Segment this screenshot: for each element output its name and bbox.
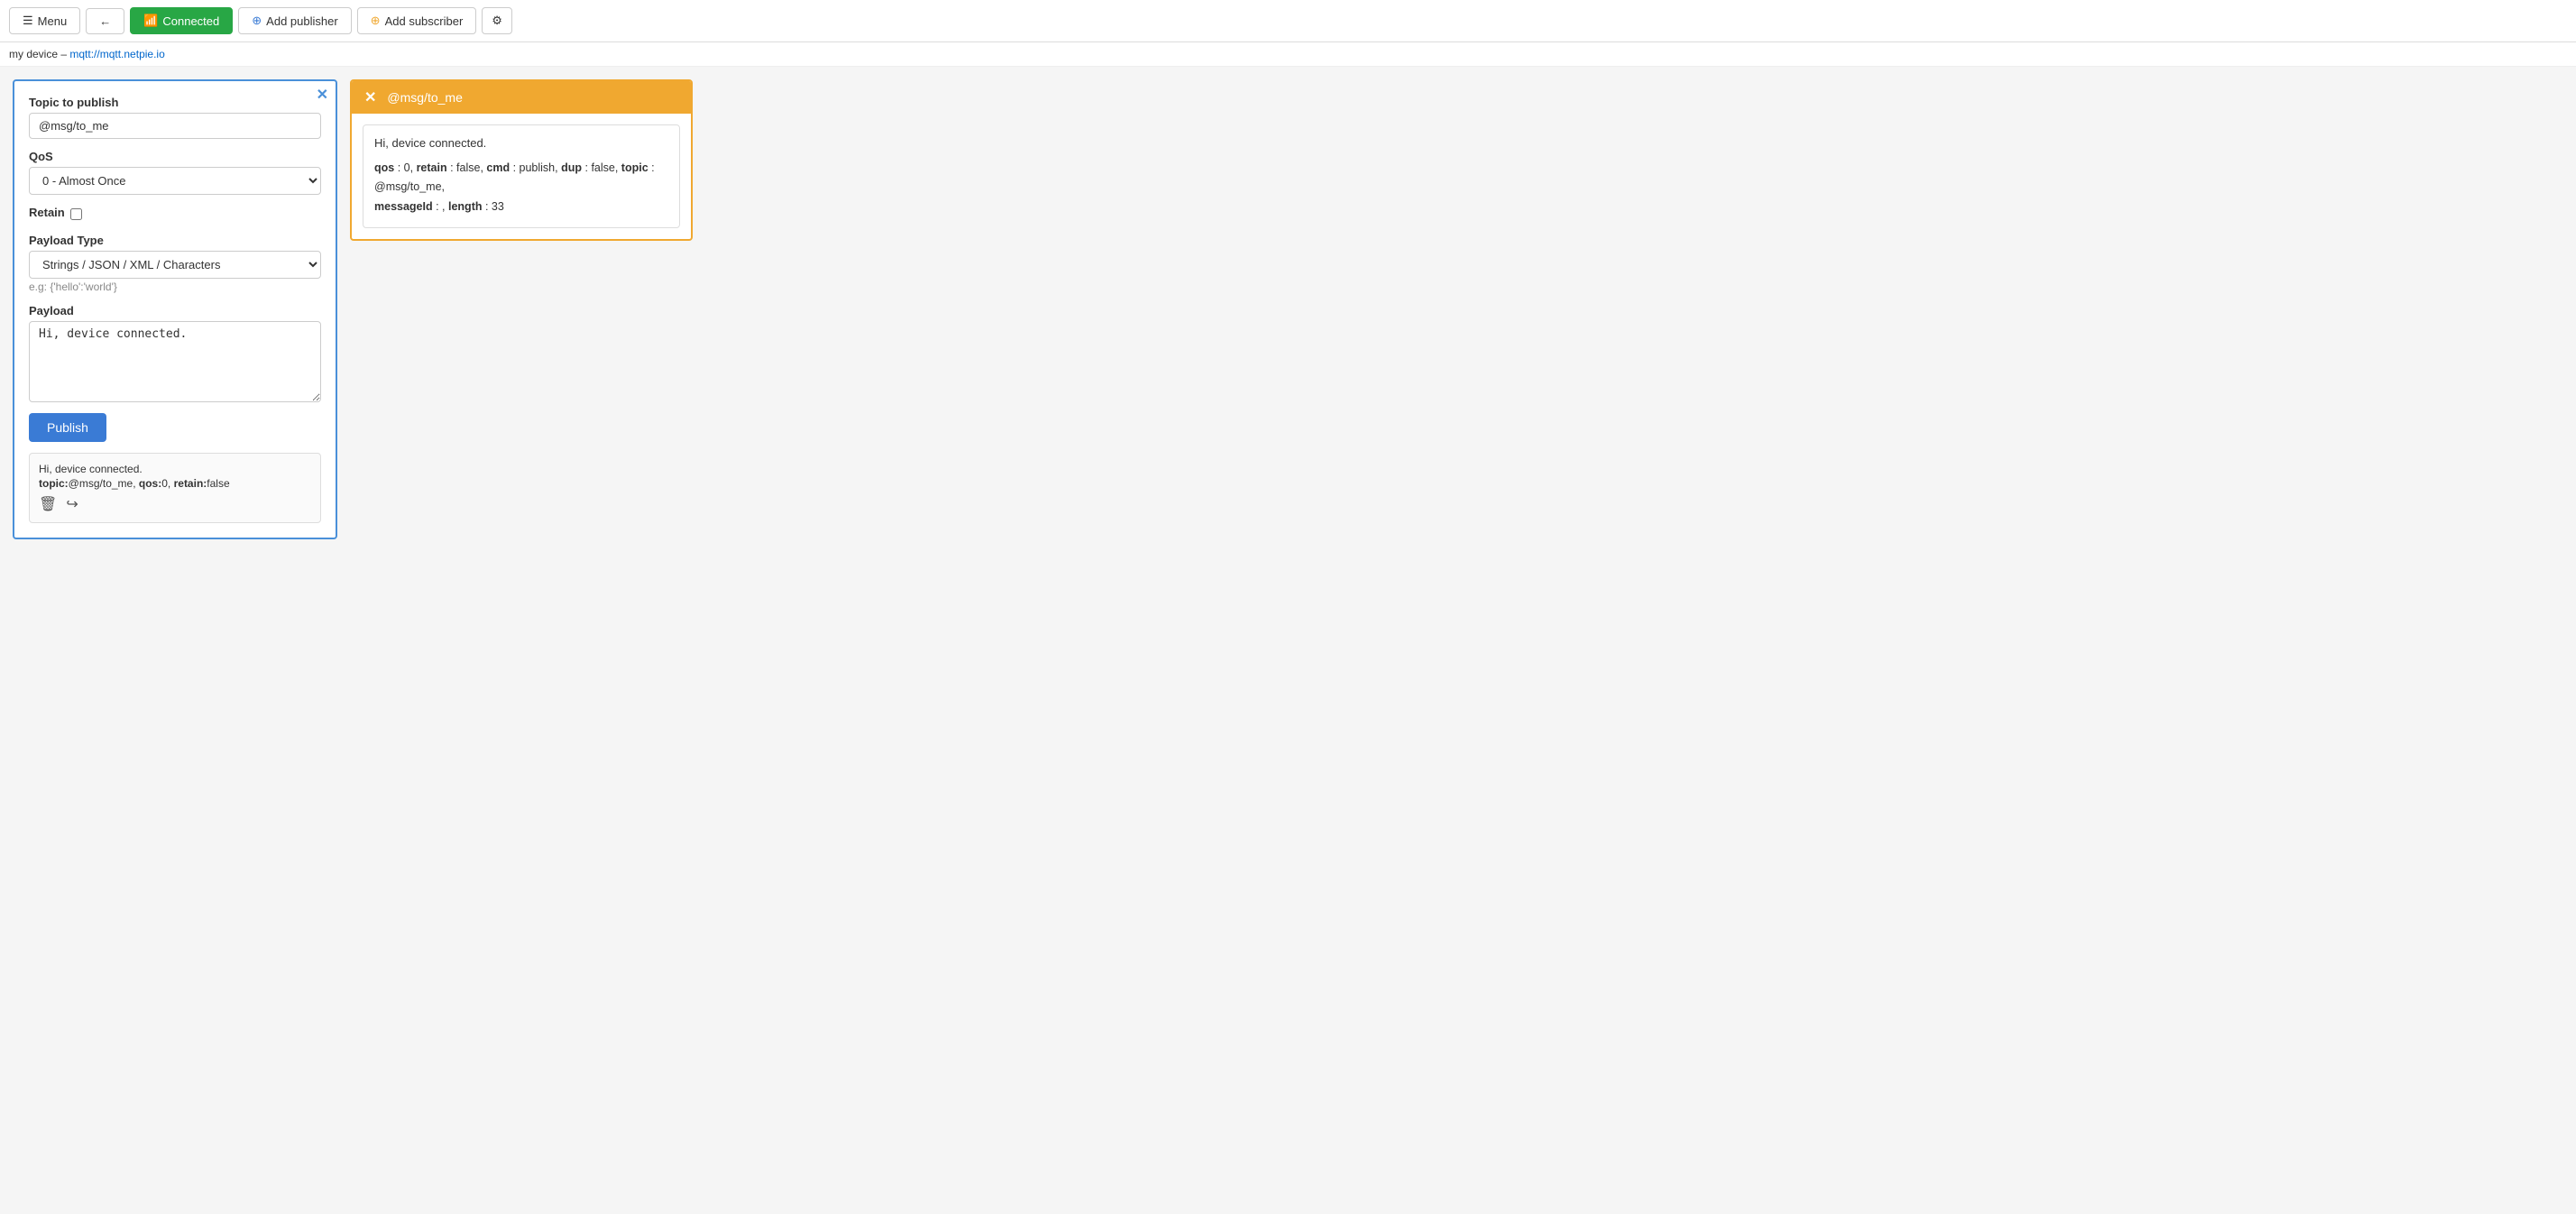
topic-input[interactable] [29, 113, 321, 139]
toolbar: ☰ Menu ← 📶 Connected ⊕ Add publisher ⊕ A… [0, 0, 2576, 42]
breadcrumb: my device – mqtt://mqtt.netpie.io [0, 42, 2576, 67]
add-subscriber-icon: ⊕ [371, 14, 381, 28]
payload-textarea[interactable]: Hi, device connected. [29, 321, 321, 402]
publish-button[interactable]: Publish [29, 413, 106, 442]
main-content: ✕ Topic to publish QoS 0 - Almost Once 1… [0, 67, 2576, 1209]
meta-length-value: 33 [492, 200, 504, 213]
meta-retain-value: false [456, 161, 480, 174]
add-publisher-icon: ⊕ [252, 14, 262, 28]
meta-topic-label: topic [621, 161, 649, 174]
publisher-close-button[interactable]: ✕ [317, 88, 328, 103]
topic-label: Topic to publish [29, 96, 321, 109]
qos-label: QoS [29, 150, 321, 163]
meta-retain-label: retain [417, 161, 447, 174]
back-button[interactable]: ← [86, 8, 124, 34]
meta-cmd-label: cmd [486, 161, 510, 174]
subscriber-close-button[interactable]: ✕ [364, 88, 376, 106]
settings-button[interactable]: ⚙ [482, 7, 512, 34]
meta-dup-label: dup [561, 161, 582, 174]
subscriber-panel: ✕ @msg/to_me Hi, device connected. qos :… [350, 79, 693, 241]
menu-icon: ☰ [23, 14, 33, 28]
payload-type-field-group: Payload Type Strings / JSON / XML / Char… [29, 234, 321, 293]
settings-icon: ⚙ [492, 14, 502, 28]
meta-qos-label: qos [374, 161, 394, 174]
log-qos-label: qos: [139, 477, 161, 490]
log-topic-label: topic: [39, 477, 69, 490]
connected-label: Connected [162, 14, 219, 28]
payload-field-group: Payload Hi, device connected. [29, 304, 321, 402]
breadcrumb-device: my device [9, 48, 58, 60]
meta-messageid-label: messageId [374, 200, 433, 213]
menu-button[interactable]: ☰ Menu [9, 7, 80, 34]
connected-button[interactable]: 📶 Connected [130, 7, 233, 34]
subscriber-message-card: Hi, device connected. qos : 0, retain : … [363, 124, 680, 228]
qos-select[interactable]: 0 - Almost Once 1 - At Least Once 2 - Ex… [29, 167, 321, 195]
log-actions: 🗑 ↪ [39, 495, 311, 513]
topic-field-group: Topic to publish [29, 96, 321, 139]
meta-cmd-value: publish [520, 161, 556, 174]
subscriber-header: ✕ @msg/to_me [352, 81, 691, 114]
retain-label: Retain [29, 206, 65, 219]
payload-label: Payload [29, 304, 321, 317]
meta-qos-value: 0 [404, 161, 410, 174]
back-icon: ← [99, 14, 111, 28]
meta-topic-value: @msg/to_me [374, 180, 442, 193]
log-retain-label: retain: [174, 477, 207, 490]
meta-length-label: length [448, 200, 483, 213]
log-delete-button[interactable]: 🗑 [39, 495, 57, 513]
qos-field-group: QoS 0 - Almost Once 1 - At Least Once 2 … [29, 150, 321, 195]
payload-hint: e.g: {'hello':'world'} [29, 281, 321, 293]
log-line-2: topic:@msg/to_me, qos:0, retain:false [39, 477, 311, 490]
payload-type-label: Payload Type [29, 234, 321, 247]
log-retain-value: false [207, 477, 229, 490]
subscriber-message-main: Hi, device connected. [374, 136, 668, 150]
meta-dup-value: false [591, 161, 614, 174]
log-qos-value: 0 [161, 477, 168, 490]
subscriber-topic: @msg/to_me [387, 90, 462, 105]
breadcrumb-separator: – [58, 48, 69, 60]
log-share-button[interactable]: ↪ [66, 495, 78, 513]
menu-label: Menu [38, 14, 68, 28]
add-publisher-button[interactable]: ⊕ Add publisher [238, 7, 351, 34]
add-subscriber-label: Add subscriber [385, 14, 464, 28]
signal-icon: 📶 [143, 14, 158, 28]
log-topic-value: @msg/to_me [69, 477, 133, 490]
add-subscriber-button[interactable]: ⊕ Add subscriber [357, 7, 477, 34]
publisher-panel: ✕ Topic to publish QoS 0 - Almost Once 1… [13, 79, 337, 539]
payload-type-select[interactable]: Strings / JSON / XML / Characters Intege… [29, 251, 321, 279]
add-publisher-label: Add publisher [266, 14, 338, 28]
subscriber-message-meta: qos : 0, retain : false, cmd : publish, … [374, 159, 668, 216]
retain-checkbox[interactable] [70, 208, 82, 220]
breadcrumb-url[interactable]: mqtt://mqtt.netpie.io [69, 48, 164, 60]
retain-row: Retain [29, 206, 321, 223]
log-line-1: Hi, device connected. [39, 463, 311, 475]
log-area: Hi, device connected. topic:@msg/to_me, … [29, 453, 321, 523]
